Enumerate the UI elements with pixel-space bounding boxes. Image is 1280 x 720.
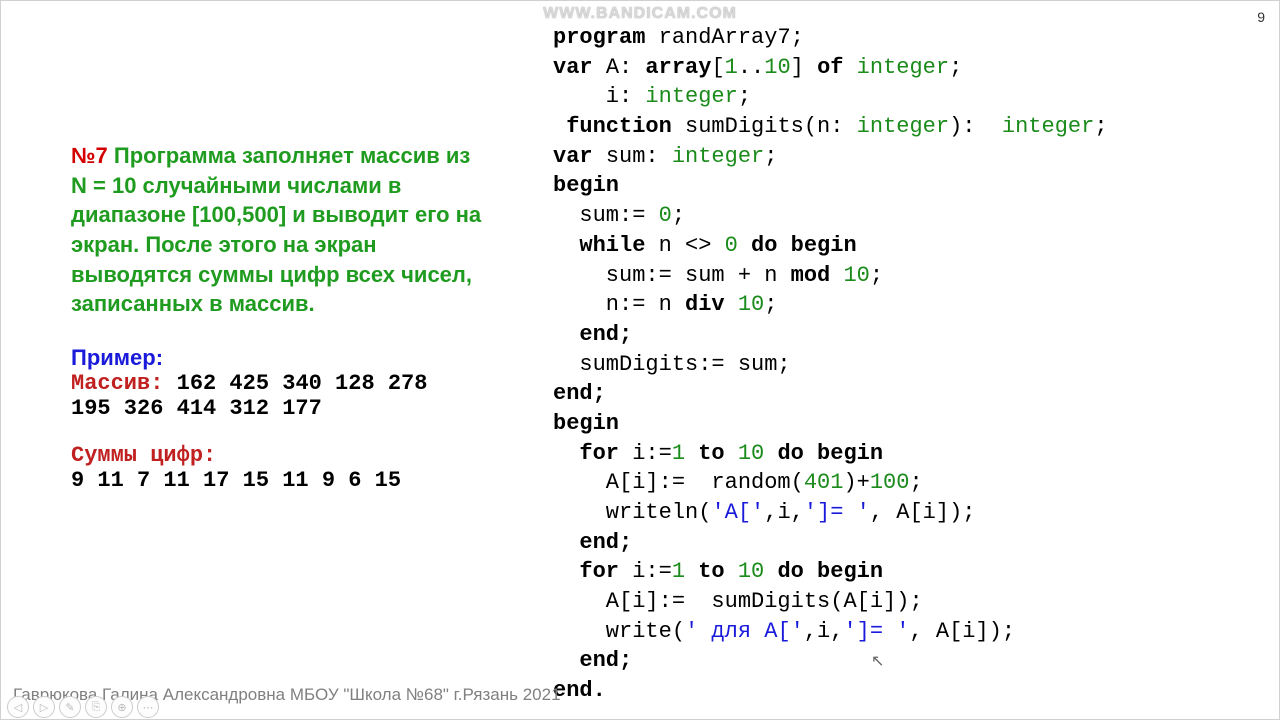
code-line: sumDigits:= sum; <box>553 350 1253 380</box>
code-line: begin <box>553 171 1253 201</box>
code-block: program randArray7; var A: array[1..10] … <box>553 23 1253 706</box>
code-line: i: integer; <box>553 82 1253 112</box>
viewer-toolbar: ◁ ▷ ✎ ⎘ ⊕ ⋯ <box>7 696 159 718</box>
code-line: end. <box>553 676 1253 706</box>
left-column: №7 Программа заполняет массив из N = 10 … <box>71 141 491 493</box>
code-line: end; <box>553 528 1253 558</box>
sums-label: Суммы цифр: <box>71 443 491 468</box>
code-line: writeln('A[',i,']= ', A[i]); <box>553 498 1253 528</box>
code-line: A[i]:= random(401)+100; <box>553 468 1253 498</box>
code-line: n:= n div 10; <box>553 290 1253 320</box>
next-button[interactable]: ▷ <box>33 696 55 718</box>
task-number: №7 <box>71 143 108 168</box>
code-line: program randArray7; <box>553 23 1253 53</box>
code-line: function sumDigits(n: integer): integer; <box>553 112 1253 142</box>
cursor-icon: ↖ <box>871 651 884 671</box>
code-line: var sum: integer; <box>553 142 1253 172</box>
code-line: while n <> 0 do begin <box>553 231 1253 261</box>
code-line: end; <box>553 320 1253 350</box>
watermark: WWW.BANDICAM.COM <box>543 5 737 23</box>
code-line: for i:=1 to 10 do begin <box>553 439 1253 469</box>
task-body: Программа заполняет массив из N = 10 слу… <box>71 143 481 316</box>
slide: WWW.BANDICAM.COM 9 №7 Программа заполняе… <box>0 0 1280 720</box>
code-line: end; <box>553 646 1253 676</box>
prev-button[interactable]: ◁ <box>7 696 29 718</box>
pen-button[interactable]: ✎ <box>59 696 81 718</box>
page-number: 9 <box>1257 9 1265 25</box>
code-line: sum:= sum + n mod 10; <box>553 261 1253 291</box>
copy-button[interactable]: ⎘ <box>85 696 107 718</box>
code-line: for i:=1 to 10 do begin <box>553 557 1253 587</box>
code-line: begin <box>553 409 1253 439</box>
array-label: Массив: <box>71 371 163 396</box>
array-row: Массив: 162 425 340 128 278 <box>71 371 491 396</box>
array-values-2: 195 326 414 312 177 <box>71 396 491 421</box>
sums-values: 9 11 7 11 17 15 11 9 6 15 <box>71 468 491 493</box>
code-line: write(' для A[',i,']= ', A[i]); <box>553 617 1253 647</box>
code-line: var A: array[1..10] of integer; <box>553 53 1253 83</box>
code-line: sum:= 0; <box>553 201 1253 231</box>
example-label: Пример: <box>71 345 491 371</box>
more-button[interactable]: ⋯ <box>137 696 159 718</box>
code-line: end; <box>553 379 1253 409</box>
zoom-button[interactable]: ⊕ <box>111 696 133 718</box>
array-values-1: 162 425 340 128 278 <box>163 371 427 396</box>
task-text: №7 Программа заполняет массив из N = 10 … <box>71 141 491 319</box>
code-line: A[i]:= sumDigits(A[i]); <box>553 587 1253 617</box>
